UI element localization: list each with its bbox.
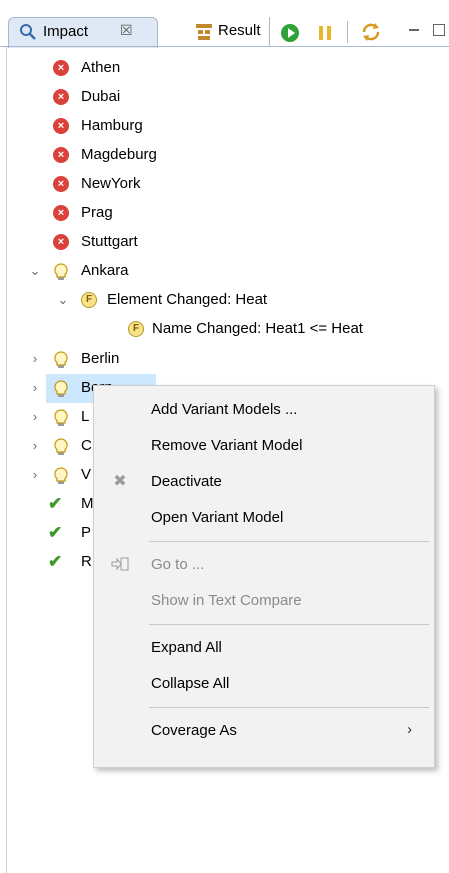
menu-item-collapse-all[interactable]: Collapse All [94, 666, 434, 702]
error-icon: × [53, 205, 69, 221]
tab-close-icon[interactable]: ☒ [120, 22, 133, 39]
menu-item-add-variant-models[interactable]: Add Variant Models ... [94, 392, 434, 428]
feature-icon: F [81, 292, 97, 308]
menu-item-remove-variant-model[interactable]: Remove Variant Model [94, 428, 434, 464]
tree-item-newyork[interactable]: × NewYork [0, 170, 449, 198]
chevron-right-icon[interactable]: › [28, 461, 42, 489]
error-icon: × [53, 147, 69, 163]
error-icon: × [53, 176, 69, 192]
chevron-down-icon[interactable]: ⌄ [56, 286, 70, 314]
view-tab-bar: Impact ☒ Result [0, 0, 449, 48]
chevron-right-icon[interactable]: › [28, 403, 42, 431]
bulb-icon [53, 263, 69, 280]
menu-item-show-in-text-compare[interactable]: Show in Text Compare [94, 583, 434, 619]
feature-icon: F [128, 321, 144, 337]
tree-item-label: NewYork [81, 175, 141, 192]
tree-item-dubai[interactable]: × Dubai [0, 83, 449, 111]
error-icon: × [53, 89, 69, 105]
menu-item-expand-all[interactable]: Expand All [94, 630, 434, 666]
go-to-icon [111, 557, 129, 573]
tree-item-label: V [81, 466, 92, 483]
error-icon: × [53, 234, 69, 250]
toolbar-separator [347, 21, 348, 43]
tree-item-c[interactable]: › C [0, 432, 92, 460]
tree-item-label: P [81, 524, 92, 541]
tree-item-stuttgart[interactable]: × Stuttgart [0, 228, 449, 256]
tree-item-label: R [81, 553, 92, 570]
bulb-icon [53, 351, 69, 368]
tree-item-label: Berlin [81, 350, 120, 367]
chevron-right-icon: › [407, 721, 412, 738]
menu-item-label: Remove Variant Model [151, 437, 303, 454]
tab-impact-label: Impact [43, 23, 89, 40]
tree-item-label: Stuttgart [81, 233, 138, 250]
menu-separator [149, 624, 429, 625]
tree-item-ankara[interactable]: ⌄ Ankara [0, 257, 449, 285]
menu-separator [149, 707, 429, 708]
tree-item-p[interactable]: ✔ P [0, 519, 92, 547]
tree-item-label: Magdeburg [81, 146, 157, 163]
chevron-right-icon[interactable]: › [28, 432, 42, 460]
tab-result[interactable]: Result [190, 17, 270, 47]
bulb-icon [53, 467, 69, 484]
menu-separator [149, 541, 429, 542]
tab-impact[interactable]: Impact ☒ [8, 17, 158, 48]
menu-item-label: Collapse All [151, 675, 230, 692]
tree-item-label: M [81, 495, 94, 512]
menu-item-label: Coverage As [151, 722, 237, 739]
pause-icon[interactable] [317, 24, 333, 46]
tree-item-label: L [81, 408, 90, 425]
menu-item-go-to[interactable]: Go to ... [94, 547, 434, 583]
context-menu: Add Variant Models ... Remove Variant Mo… [93, 385, 435, 768]
menu-item-label: Deactivate [151, 473, 222, 490]
menu-item-label: Expand All [151, 639, 222, 656]
tree-item-athen[interactable]: × Athen [0, 54, 449, 82]
tree-item-element-changed[interactable]: ⌄ F Element Changed: Heat [0, 286, 449, 314]
menu-item-label: Add Variant Models ... [151, 401, 298, 418]
tree-item-magdeburg[interactable]: × Magdeburg [0, 141, 449, 169]
bulb-icon [53, 380, 69, 397]
minimize-icon[interactable] [409, 29, 419, 31]
chevron-right-icon[interactable]: › [28, 374, 42, 402]
tree-item-label: Name Changed: Heat1 <= Heat [152, 320, 363, 337]
check-icon: ✔ [48, 523, 63, 542]
chevron-right-icon[interactable]: › [28, 345, 42, 373]
tree-item-v[interactable]: › V [0, 461, 92, 489]
menu-item-label: Go to ... [151, 556, 205, 573]
maximize-icon[interactable] [433, 24, 445, 36]
tree-item-r[interactable]: ✔ R [0, 548, 92, 576]
bulb-icon [53, 409, 69, 426]
menu-item-coverage-as[interactable]: Coverage As › [94, 713, 434, 749]
tree-item-label: Prag [81, 204, 113, 221]
bulb-icon [53, 438, 69, 455]
chevron-down-icon[interactable]: ⌄ [28, 257, 42, 285]
tree-item-m[interactable]: ✔ M [0, 490, 94, 518]
menu-item-open-variant-model[interactable]: Open Variant Model [94, 500, 434, 536]
error-icon: × [53, 118, 69, 134]
tree-item-name-changed[interactable]: F Name Changed: Heat1 <= Heat [0, 315, 449, 343]
menu-item-label: Open Variant Model [151, 509, 284, 526]
tree-item-label: Element Changed: Heat [107, 291, 268, 308]
sync-icon[interactable] [360, 22, 382, 46]
run-icon[interactable] [280, 23, 300, 47]
tree-item-label: Dubai [81, 88, 121, 105]
menu-item-label: Show in Text Compare [151, 592, 302, 609]
menu-item-deactivate[interactable]: ✖ Deactivate [94, 464, 434, 500]
error-icon: × [53, 60, 69, 76]
check-icon: ✔ [48, 494, 63, 513]
deactivate-icon: ✖ [113, 473, 127, 490]
tab-result-label: Result [218, 22, 261, 39]
tree-item-hamburg[interactable]: × Hamburg [0, 112, 449, 140]
result-icon [195, 23, 213, 45]
tab-bar-underline [0, 46, 449, 47]
search-icon [19, 23, 37, 45]
check-icon: ✔ [48, 552, 63, 571]
tree-item-label: C [81, 437, 92, 454]
tree-item-label: Ankara [81, 262, 129, 279]
tree-item-label: Athen [81, 59, 121, 76]
tree-item-berlin[interactable]: › Berlin [0, 345, 449, 373]
tree-item-prag[interactable]: × Prag [0, 199, 449, 227]
tree-item-label: Hamburg [81, 117, 143, 134]
